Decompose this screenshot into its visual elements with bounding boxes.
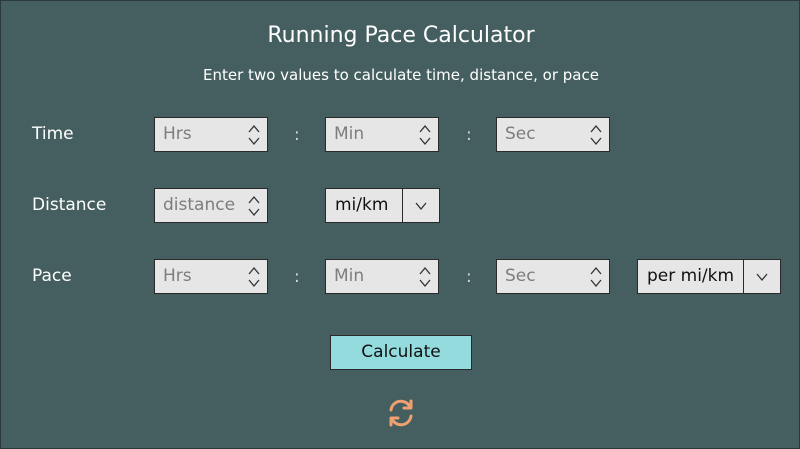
pace-seconds-input[interactable]: Sec [496,259,610,294]
spin-arrows-icon[interactable] [247,265,261,289]
page-subtitle: Enter two values to calculate time, dist… [203,66,599,84]
time-seconds-placeholder: Sec [505,124,536,144]
time-label: Time [32,124,74,144]
page-title: Running Pace Calculator [267,23,535,48]
pace-unit-value: per mi/km [647,266,735,286]
distance-unit-select[interactable]: mi/km [325,188,440,223]
time-seconds-input[interactable]: Sec [496,117,610,152]
spin-arrows-icon[interactable] [247,123,261,147]
pace-seconds-placeholder: Sec [505,266,536,286]
distance-unit-dropdown-button[interactable] [402,189,439,222]
refresh-icon[interactable] [384,396,418,430]
pace-hours-placeholder: Hrs [163,266,192,286]
spin-arrows-icon[interactable] [589,265,603,289]
distance-input[interactable]: distance [154,188,268,223]
pace-label: Pace [32,266,72,286]
pace-unit-select[interactable]: per mi/km [637,259,781,294]
spin-arrows-icon[interactable] [418,265,432,289]
time-hours-input[interactable]: Hrs [154,117,268,152]
chevron-down-icon [756,273,768,281]
chevron-down-icon [415,202,427,210]
distance-placeholder: distance [163,195,236,215]
pace-separator: : [294,267,300,287]
pace-unit-dropdown-button[interactable] [743,260,780,293]
pace-minutes-placeholder: Min [334,266,365,286]
time-minutes-input[interactable]: Min [325,117,439,152]
distance-label: Distance [32,195,107,215]
time-separator: : [466,125,472,145]
time-separator: : [294,125,300,145]
pace-separator: : [466,267,472,287]
spin-arrows-icon[interactable] [418,123,432,147]
spin-arrows-icon[interactable] [247,194,261,218]
distance-unit-value: mi/km [335,195,389,215]
spin-arrows-icon[interactable] [589,123,603,147]
time-minutes-placeholder: Min [334,124,365,144]
pace-hours-input[interactable]: Hrs [154,259,268,294]
time-hours-placeholder: Hrs [163,124,192,144]
pace-minutes-input[interactable]: Min [325,259,439,294]
calculate-button[interactable]: Calculate [330,335,472,370]
